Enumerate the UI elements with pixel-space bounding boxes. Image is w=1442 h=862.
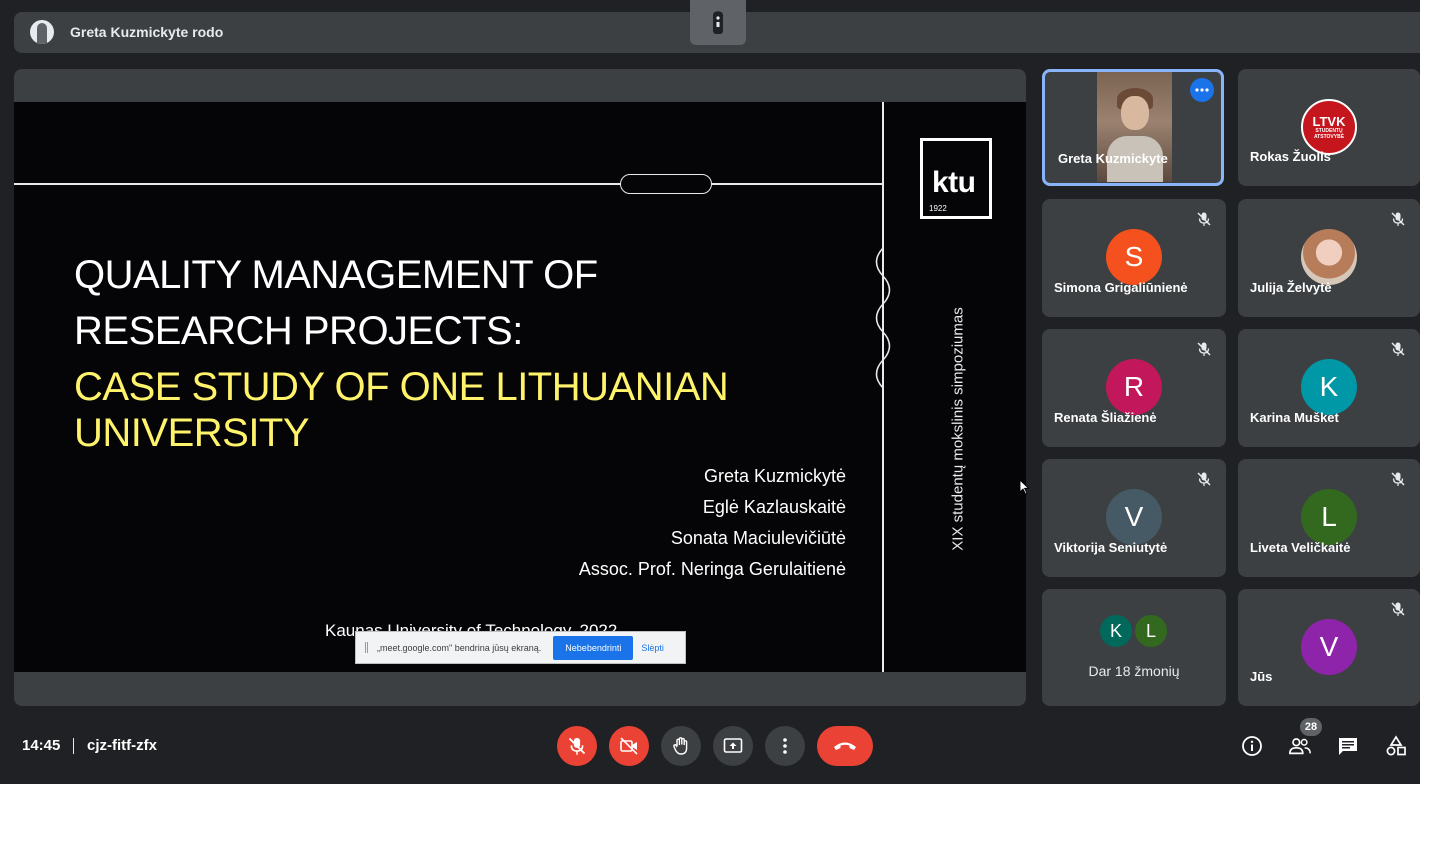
participant-name: Karina Mušket [1250, 410, 1339, 425]
more-options-button[interactable] [765, 726, 805, 766]
pin-presentation-tab[interactable] [690, 0, 746, 45]
meeting-code: cjz-fitf-zfx [87, 737, 157, 754]
more-options-button[interactable] [1190, 78, 1214, 102]
stop-sharing-button[interactable]: Nebebendrinti [553, 635, 634, 660]
meeting-info-button[interactable] [1240, 734, 1264, 758]
chat-icon [1339, 738, 1357, 755]
separator [73, 738, 74, 754]
participant-name: Viktorija Seniutytė [1054, 540, 1168, 555]
participant-tile[interactable]: R Renata Šliažienė [1042, 329, 1226, 447]
slide-title-line: QUALITY MANAGEMENT OF [74, 253, 598, 297]
participant-tile[interactable]: LTVK STUDENTŲ ATSTOVYBĖ Rokas Žuolis [1238, 69, 1420, 186]
call-end-icon [834, 742, 856, 750]
ktu-logo-text: ktu [932, 166, 976, 199]
slide-wave-decoration [875, 248, 891, 398]
participant-avatar: R [1106, 359, 1162, 415]
drag-handle-icon[interactable] [365, 642, 368, 653]
mic-off-icon [568, 737, 586, 755]
slide-title-line: RESEARCH PROJECTS: [74, 309, 523, 353]
people-icon [1289, 738, 1311, 755]
mic-off-icon [1197, 342, 1211, 356]
participant-avatar: L [1301, 489, 1357, 545]
mic-off-icon [1391, 472, 1405, 486]
ktu-logo: ktu 1922 [920, 138, 992, 219]
participant-name: Simona Grigaliūnienė [1054, 280, 1188, 295]
participant-name: Renata Šliažienė [1054, 410, 1157, 425]
participant-tile[interactable]: V Viktorija Seniutytė [1042, 459, 1226, 577]
other-participants-tile[interactable]: K L Dar 18 žmonių [1042, 589, 1226, 706]
slide-author: Eglė Kazlauskaitė [702, 497, 846, 517]
slide-author: Assoc. Prof. Neringa Gerulaitienė [578, 559, 846, 579]
share-notice-text: „meet.google.com" bendrina jūsų ekraną. [377, 642, 542, 653]
mouse-cursor [1019, 479, 1029, 495]
present-screen-icon [723, 738, 743, 753]
raise-hand-button[interactable] [661, 726, 701, 766]
people-count-badge: 28 [1300, 718, 1322, 736]
mic-off-icon [1391, 212, 1405, 226]
raise-hand-icon [673, 737, 688, 755]
participant-name: Julija Želvytė [1250, 280, 1332, 295]
chat-button[interactable] [1336, 734, 1360, 758]
meeting-time: 14:45 [22, 737, 61, 754]
slide-author: Greta Kuzmickytė [703, 466, 846, 486]
screen-share-notice: „meet.google.com" bendrina jūsų ekraną. … [355, 631, 686, 664]
microphone-toggle-button[interactable] [557, 726, 597, 766]
remote-icon [713, 10, 723, 34]
slide-divider-line [14, 183, 882, 185]
leave-call-button[interactable] [817, 726, 873, 766]
participant-name: Rokas Žuolis [1250, 149, 1331, 164]
participant-tile[interactable]: L Liveta Veličkaitė [1238, 459, 1420, 577]
participant-tile[interactable]: Julija Želvytė [1238, 199, 1420, 317]
self-tile[interactable]: V Jūs [1238, 589, 1420, 706]
participant-photo [1301, 229, 1357, 285]
activities-button[interactable] [1384, 734, 1408, 758]
participant-avatar: S [1106, 229, 1162, 285]
participant-avatar: V [1301, 619, 1357, 675]
present-now-button[interactable] [713, 726, 753, 766]
participant-avatar: L [1133, 613, 1169, 649]
slide-decoration-pill [620, 174, 712, 194]
mic-off-icon [1197, 212, 1211, 226]
slide-vertical-caption: XIX studentų mokslinis simpoziumas [949, 307, 967, 551]
videocam-off-icon [620, 737, 638, 755]
presentation-slide: ktu 1922 XIX studentų mokslinis simpoziu… [14, 102, 1026, 672]
participant-tile[interactable]: Greta Kuzmickyte [1042, 69, 1224, 186]
other-participants-label: Dar 18 žmonių [1088, 663, 1180, 679]
presenter-text: Greta Kuzmickyte rodo [70, 24, 224, 40]
participant-name: Liveta Veličkaitė [1250, 540, 1351, 555]
presenter-avatar [30, 20, 54, 44]
participant-tile[interactable]: K Karina Mušket [1238, 329, 1420, 447]
participant-avatar: K [1098, 613, 1134, 649]
participant-avatar: K [1301, 359, 1357, 415]
slide-subtitle-line: UNIVERSITY [74, 411, 310, 455]
meet-window: Greta Kuzmickyte rodo ktu 1922 XIX stude… [0, 0, 1420, 784]
info-icon [1242, 736, 1262, 756]
hide-notice-link[interactable]: Slėpti [641, 643, 664, 653]
participant-avatar: V [1106, 489, 1162, 545]
participant-name: Jūs [1250, 669, 1273, 684]
presentation-stage[interactable]: ktu 1922 XIX studentų mokslinis simpoziu… [14, 69, 1026, 706]
more-horiz-icon [1195, 88, 1209, 92]
participant-name: Greta Kuzmickyte [1058, 151, 1168, 166]
activities-icon [1386, 735, 1406, 756]
ltvk-logo: LTVK STUDENTŲ ATSTOVYBĖ [1301, 99, 1357, 155]
slide-author: Sonata Maciulevičiūtė [670, 528, 846, 548]
mic-off-icon [1391, 602, 1405, 616]
participant-tile[interactable]: S Simona Grigaliūnienė [1042, 199, 1226, 317]
people-button[interactable] [1288, 734, 1312, 758]
camera-toggle-button[interactable] [609, 726, 649, 766]
mic-off-icon [1197, 472, 1211, 486]
more-vert-icon [783, 738, 787, 754]
ktu-logo-year: 1922 [929, 204, 947, 213]
mic-off-icon [1391, 342, 1405, 356]
